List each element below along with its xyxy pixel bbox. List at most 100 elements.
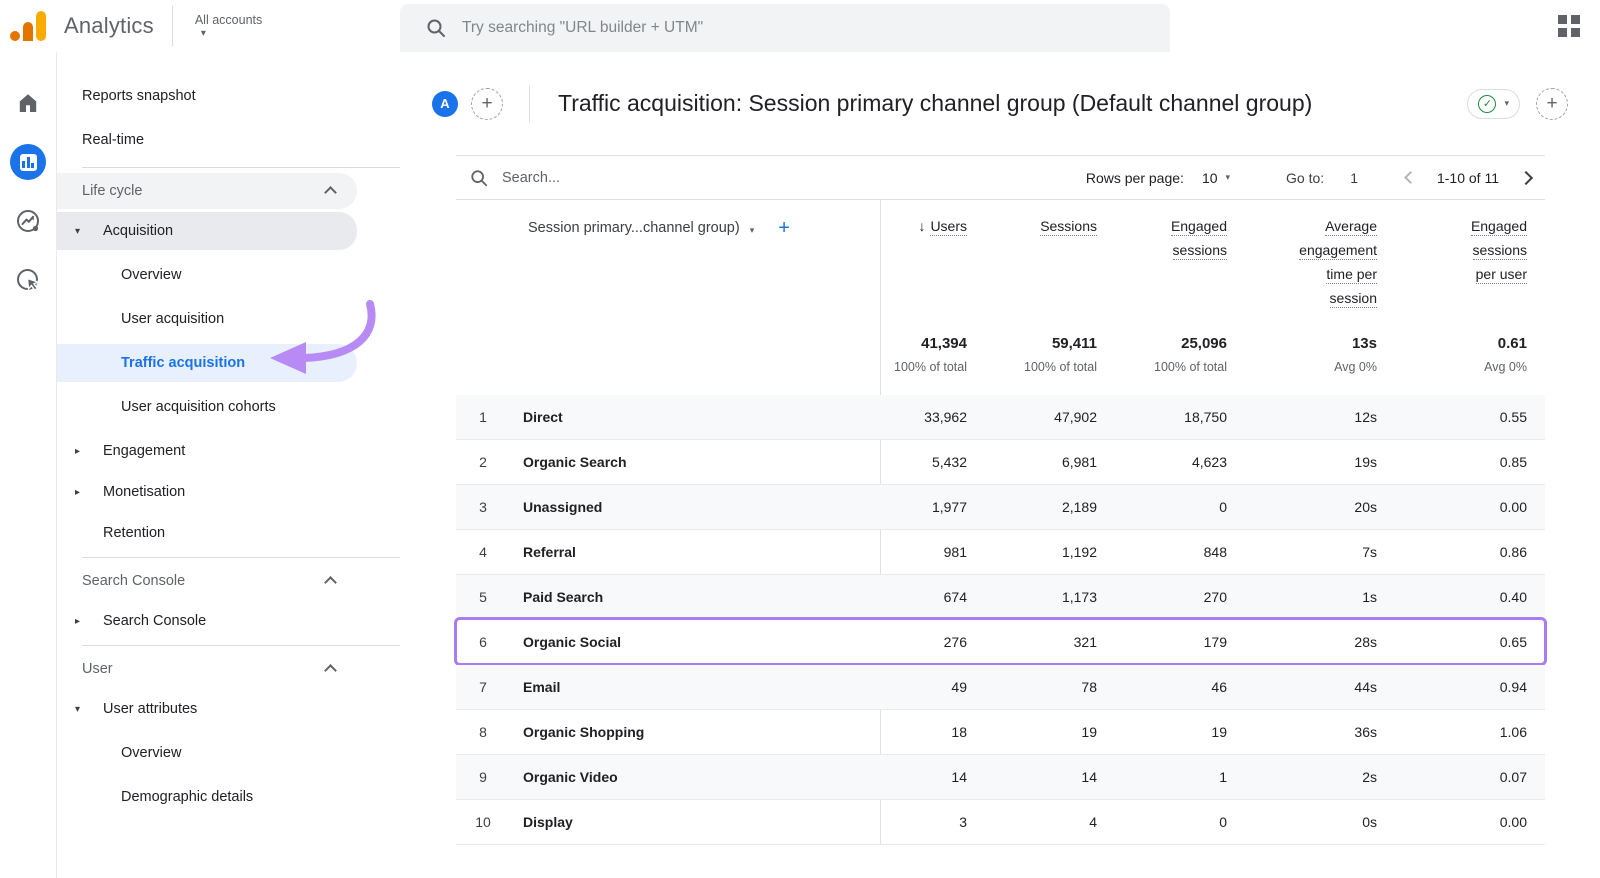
add-dimension-button[interactable]: +	[778, 217, 790, 240]
sidebar-item-real-time[interactable]: Real-time	[57, 118, 428, 162]
channel-name: Display	[523, 814, 573, 830]
table-row-display: 10 Display 3 4 0 0s 0.00	[456, 800, 1545, 845]
divider	[82, 167, 400, 168]
total-avg-engagement-time: 13s	[1351, 335, 1377, 352]
metric-value: 28s	[1354, 634, 1377, 650]
row-number: 7	[479, 679, 487, 695]
metric-value: 49	[951, 679, 967, 695]
sidebar-item-monetisation[interactable]: ▸ Monetisation	[57, 473, 357, 511]
section-header-user[interactable]: User	[57, 651, 357, 687]
metric-value: 5,432	[931, 454, 967, 470]
sidebar-item-retention[interactable]: Retention	[57, 514, 357, 552]
sidebar-item-demographic-details[interactable]: Demographic details	[57, 775, 357, 819]
metric-value: 1,173	[1061, 589, 1097, 605]
column-header-average-engagement-time-per-session[interactable]: Average engagement time per session	[1245, 200, 1395, 320]
channel-name: Organic Shopping	[523, 724, 645, 740]
report-status-dropdown[interactable]: ✓ ▾	[1467, 88, 1520, 119]
channel-name: Referral	[523, 544, 576, 560]
row-number: 1	[479, 409, 487, 425]
totals-row: 41,394 100% of total 59,411 100% of total …	[456, 320, 1545, 395]
report-nav: Reports snapshot Real-time Life cycle ▾ …	[57, 52, 428, 878]
column-header-engaged-sessions[interactable]: Engaged sessions	[1115, 200, 1245, 320]
sidebar-item-user-acquisition-cohorts[interactable]: User acquisition cohorts	[57, 385, 357, 429]
section-header-search-console[interactable]: Search Console	[57, 563, 357, 599]
next-page-icon[interactable]	[1518, 170, 1534, 185]
app-bar: Analytics All accounts ▾	[0, 0, 1600, 52]
metric-value: 20s	[1354, 499, 1377, 515]
previous-page-icon[interactable]	[1404, 171, 1417, 184]
metric-value: 1.06	[1499, 724, 1527, 740]
check-circle-icon: ✓	[1478, 94, 1497, 113]
add-comparison-button[interactable]: +	[471, 87, 503, 120]
sidebar-item-user-attributes[interactable]: ▾ User attributes	[57, 690, 357, 728]
sidebar-item-reports-snapshot[interactable]: Reports snapshot	[57, 74, 428, 118]
analytics-logo-icon[interactable]	[10, 9, 50, 43]
reports-icon[interactable]	[4, 138, 52, 186]
rows-per-page-label: Rows per page:	[1085, 169, 1184, 186]
metric-value: 7s	[1362, 544, 1377, 560]
sidebar-item-traffic-acquisition[interactable]: Traffic acquisition	[57, 344, 357, 382]
explore-icon[interactable]	[4, 197, 52, 245]
metric-value: 18,750	[1184, 409, 1227, 425]
property-avatar: A	[432, 90, 458, 117]
metric-value: 0.86	[1499, 544, 1527, 560]
advertising-icon[interactable]	[4, 256, 52, 304]
chevron-up-icon	[324, 576, 337, 589]
column-header-sessions[interactable]: Sessions	[985, 200, 1115, 320]
table-row-unassigned: 3 Unassigned 1,977 2,189 0 20s 0.00	[456, 485, 1545, 530]
metric-value: 0.40	[1499, 589, 1527, 605]
chevron-up-icon	[324, 186, 337, 199]
section-header-life-cycle[interactable]: Life cycle	[57, 173, 357, 209]
row-number: 5	[479, 589, 487, 605]
account-switcher-label: All accounts	[194, 13, 263, 27]
metric-value: 0.65	[1499, 634, 1527, 650]
chevron-down-icon: ▾	[1504, 98, 1509, 108]
dimension-selector[interactable]: Session primary...channel group) ▾ +	[456, 200, 880, 320]
sidebar-item-acquisition[interactable]: ▾ Acquisition	[57, 212, 357, 250]
metric-value: 12s	[1354, 409, 1377, 425]
column-header-users[interactable]: ↓ Users	[880, 200, 985, 320]
apps-grid-icon[interactable]	[1558, 15, 1580, 37]
table-row-organic-search: 2 Organic Search 5,432 6,981 4,623 19s 0.85	[456, 440, 1545, 485]
table-body: 1 Direct 33,962 47,902 18,750 12s 0.55 2 Organic…	[454, 395, 1547, 845]
metric-value: 6,981	[1061, 454, 1097, 470]
metric-value: 0.55	[1499, 409, 1527, 425]
report-body: Rows per page: 10 ▾ Go to: 1 1-10 of 11	[428, 155, 1600, 845]
global-search-input[interactable]	[462, 19, 1062, 37]
goto-page-input[interactable]: 1	[1350, 170, 1358, 186]
search-icon	[471, 169, 488, 186]
table-search-input[interactable]	[502, 169, 722, 186]
triangle-right-icon: ▸	[75, 486, 81, 498]
divider	[82, 557, 400, 558]
channel-name: Organic Search	[523, 454, 627, 470]
metric-value: 36s	[1354, 724, 1377, 740]
metric-value: 0	[1219, 499, 1227, 515]
metric-value: 2s	[1362, 769, 1377, 785]
divider	[529, 84, 530, 123]
table-search[interactable]	[456, 169, 722, 187]
rows-per-page-select[interactable]: 10 ▾	[1202, 170, 1230, 186]
metric-value: 848	[1203, 544, 1227, 560]
total-engaged-sessions-per-user: 0.61	[1497, 335, 1527, 352]
triangle-down-icon: ▾	[75, 703, 81, 715]
global-search[interactable]	[400, 4, 1170, 52]
sidebar-item-engagement[interactable]: ▸ Engagement	[57, 432, 357, 470]
row-number: 6	[479, 634, 487, 650]
metric-value: 14	[1081, 769, 1097, 785]
table-row-direct: 1 Direct 33,962 47,902 18,750 12s 0.55	[456, 395, 1545, 440]
metric-value: 14	[951, 769, 967, 785]
sidebar-item-user-attributes-overview[interactable]: Overview	[57, 731, 357, 775]
home-icon[interactable]	[4, 79, 52, 127]
sidebar-item-search-console[interactable]: ▸ Search Console	[57, 602, 357, 640]
table-header-row: Session primary...channel group) ▾ + ↓ Us…	[456, 200, 1545, 320]
table-row-organic-social: 6 Organic Social 276 321 179 28s 0.65	[454, 617, 1547, 666]
customize-report-button[interactable]: +	[1536, 87, 1568, 120]
sidebar-item-user-acquisition[interactable]: User acquisition	[57, 297, 357, 341]
sidebar-item-acquisition-overview[interactable]: Overview	[57, 253, 357, 297]
metric-value: 46	[1211, 679, 1227, 695]
column-header-engaged-sessions-per-user[interactable]: Engaged sessions per user	[1395, 200, 1545, 320]
row-number: 2	[479, 454, 487, 470]
account-switcher[interactable]: All accounts ▾	[195, 13, 262, 39]
brand-divider	[171, 6, 173, 46]
metric-value: 179	[1203, 634, 1227, 650]
